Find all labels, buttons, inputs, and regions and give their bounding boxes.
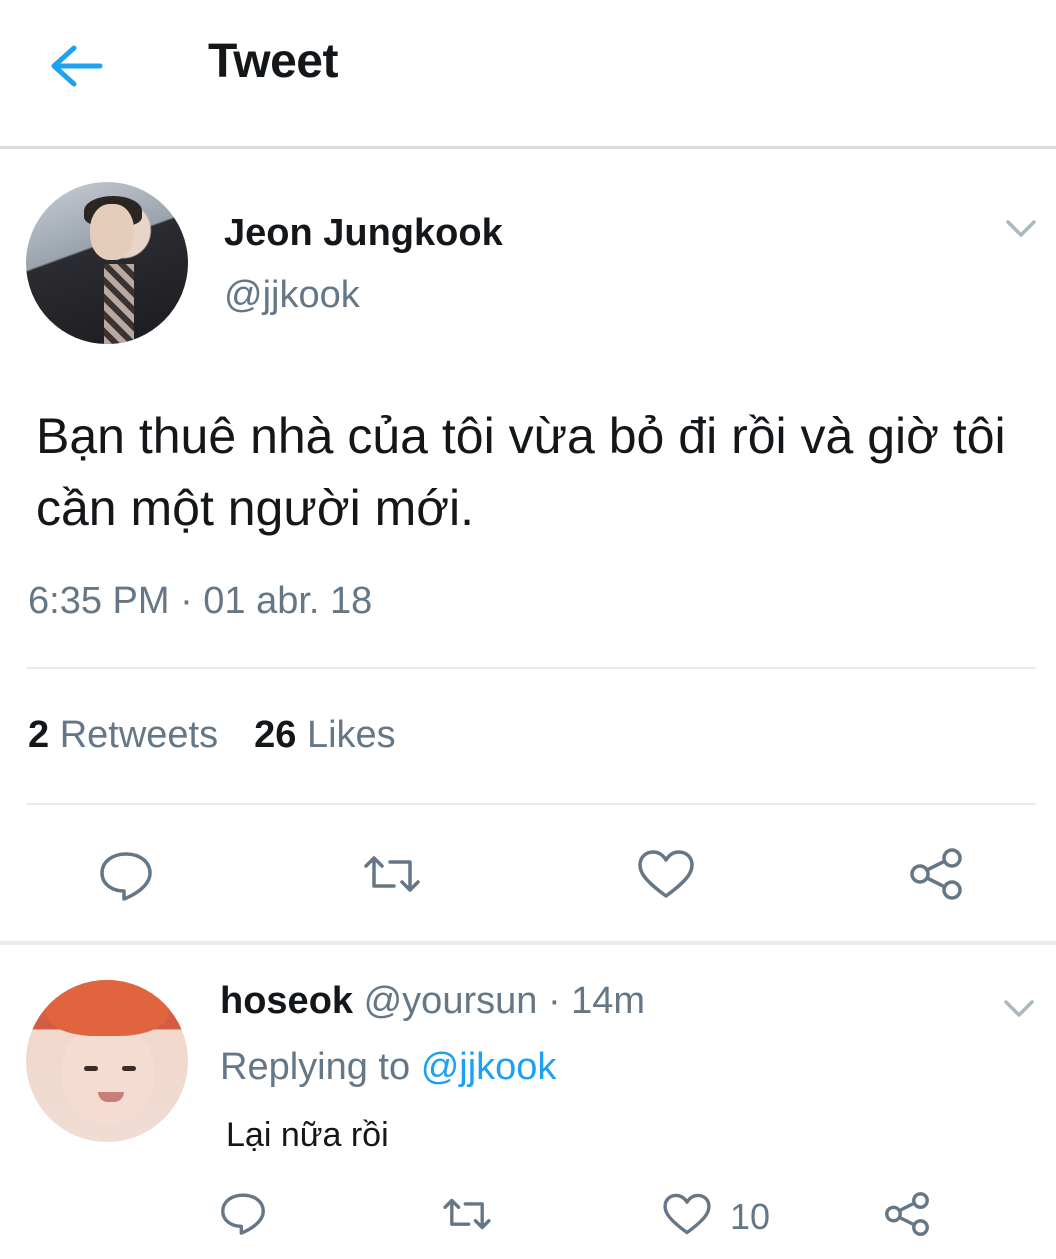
reply-text: Lại nữa rồi <box>226 1116 389 1154</box>
author-name[interactable]: Jeon Jungkook <box>224 212 503 255</box>
reply-avatar[interactable] <box>26 980 188 1142</box>
replying-to: Replying to @jjkook <box>220 1046 556 1089</box>
reply-icon[interactable] <box>94 846 158 902</box>
author-handle[interactable]: @jjkook <box>224 274 360 317</box>
tweet-text: Bạn thuê nhà của tôi vừa bỏ đi rồi và gi… <box>36 408 1006 536</box>
retweets-label[interactable]: Retweets <box>60 714 218 756</box>
likes-label[interactable]: Likes <box>307 714 396 756</box>
retweets-count[interactable]: 2 <box>28 714 49 756</box>
tweet-stats: 2 Retweets 26 Likes <box>28 714 396 757</box>
tweet-timestamp: 6:35 PM · 01 abr. 18 <box>28 580 373 622</box>
avatar[interactable] <box>26 182 188 344</box>
likes-count[interactable]: 26 <box>254 714 296 756</box>
chevron-down-icon[interactable] <box>1000 210 1042 246</box>
reply-time: · 14m <box>547 980 646 1022</box>
like-icon[interactable] <box>660 1190 714 1238</box>
divider <box>26 667 1036 669</box>
share-icon[interactable] <box>880 1190 934 1238</box>
reply-header: hoseok @yoursun · 14m <box>220 980 645 1023</box>
like-icon[interactable] <box>634 846 698 902</box>
reply-author-name[interactable]: hoseok <box>220 980 353 1022</box>
share-icon[interactable] <box>904 846 968 902</box>
retweet-icon[interactable] <box>440 1190 494 1238</box>
page-title: Tweet <box>208 35 338 88</box>
retweet-icon[interactable] <box>360 846 424 902</box>
divider <box>26 803 1036 805</box>
reply-author-handle[interactable]: @yoursun <box>364 980 538 1022</box>
header-divider <box>0 146 1056 149</box>
reply-icon[interactable] <box>216 1188 270 1236</box>
reply-likes-count: 10 <box>730 1196 771 1237</box>
chevron-down-icon[interactable] <box>998 990 1040 1026</box>
replying-prefix: Replying to <box>220 1046 411 1088</box>
replying-mention[interactable]: @jjkook <box>421 1046 557 1088</box>
back-arrow-icon[interactable] <box>44 38 108 94</box>
section-divider <box>0 941 1056 945</box>
